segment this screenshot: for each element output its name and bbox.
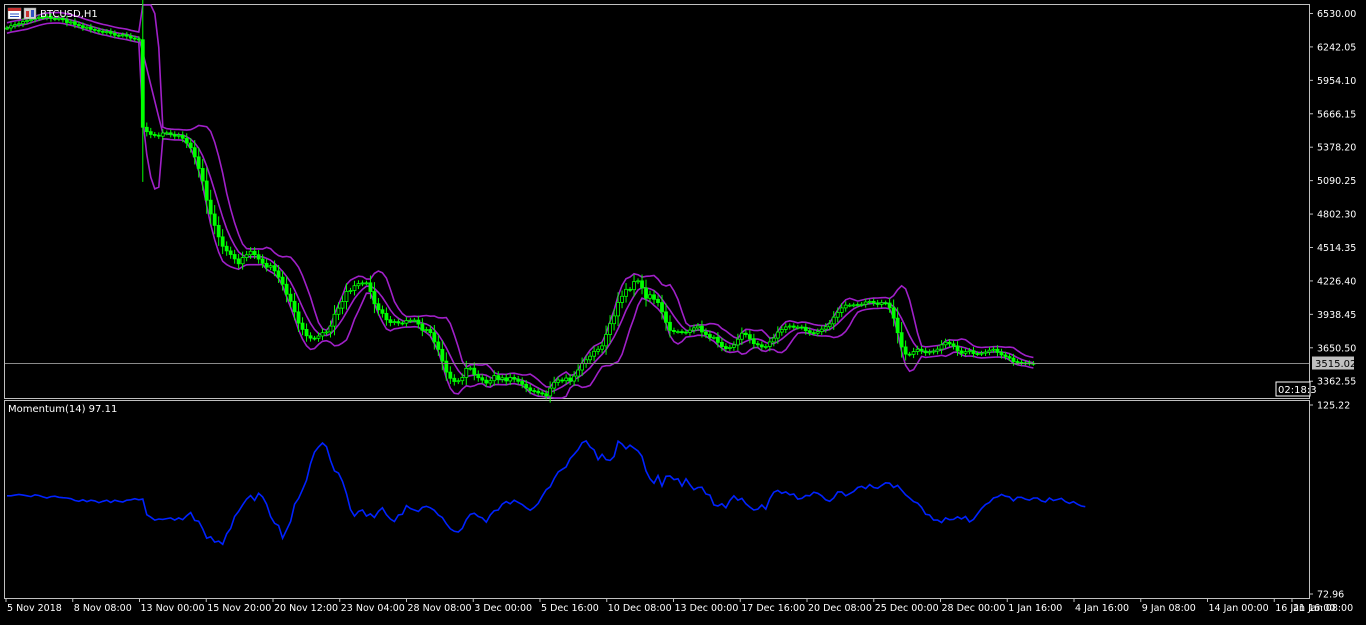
price-tick-label: 5378.20 [1317,143,1356,154]
price-tick-label: 5666.15 [1317,109,1356,120]
time-tick-label: 20 Dec 08:00 [808,603,872,614]
chart-canvas[interactable]: 6530.00 6242.05 5954.10 5666.15 5378.20 5090.… [0,0,1366,621]
time-tick-label: 3 Dec 00:00 [474,603,532,614]
bar-timer: 02:18:3 [1275,381,1317,397]
price-tick-label: 6242.05 [1317,42,1356,53]
time-tick-label: 5 Dec 16:00 [541,603,599,614]
price-tick-label: 5954.10 [1317,76,1356,87]
chart-window-icon [7,7,22,20]
time-tick-label: 25 Dec 00:00 [875,603,939,614]
price-tick-label: 4802.30 [1317,210,1356,221]
time-tick-label: 9 Jan 08:00 [1142,603,1196,614]
time-tick-label: 23 Nov 04:00 [341,603,405,614]
time-tick-label: 28 Dec 00:00 [942,603,1006,614]
momentum-tick-label: 125.22 [1317,401,1350,412]
time-tick-label: 17 Dec 16:00 [741,603,805,614]
bar-timer-label: 02:18:3 [1278,385,1317,396]
time-tick-label: 28 Nov 08:00 [408,603,472,614]
time-tick-label: 8 Nov 08:00 [74,603,132,614]
time-tick-label: 14 Jan 00:00 [1209,603,1269,614]
symbol-label: BTCUSD,H1 [40,9,98,20]
chart-window[interactable]: 6530.00 6242.05 5954.10 5666.15 5378.20 5090.… [0,0,1366,621]
time-tick-label: 21 Jan 08:00 [1293,603,1353,614]
price-tick-label: 4226.40 [1317,276,1356,287]
time-tick-label: 15 Nov 20:00 [207,603,271,614]
time-tick-label: 5 Nov 2018 [7,603,62,614]
time-tick-label: 13 Nov 00:00 [141,603,205,614]
time-tick-label: 1 Jan 16:00 [1008,603,1062,614]
price-tick-label: 6530.00 [1317,9,1356,20]
current-price-label: 3515.02 [1315,359,1356,370]
time-tick-label: 20 Nov 12:00 [274,603,338,614]
chart-settings-icon [23,7,37,20]
price-tick-label: 3938.45 [1317,310,1356,321]
time-tick-label: 4 Jan 16:00 [1075,603,1129,614]
momentum-label: Momentum(14) 97.11 [8,404,117,415]
momentum-tick-label: 72.96 [1317,590,1344,601]
price-tick-label: 3362.55 [1317,377,1356,388]
time-tick-label: 13 Dec 00:00 [675,603,739,614]
current-price-tag: 3515.02 [1312,356,1356,370]
time-tick-label: 10 Dec 08:00 [608,603,672,614]
price-tick-label: 5090.25 [1317,176,1356,187]
price-tick-label: 3650.50 [1317,343,1356,354]
price-tick-label: 4514.35 [1317,243,1356,254]
